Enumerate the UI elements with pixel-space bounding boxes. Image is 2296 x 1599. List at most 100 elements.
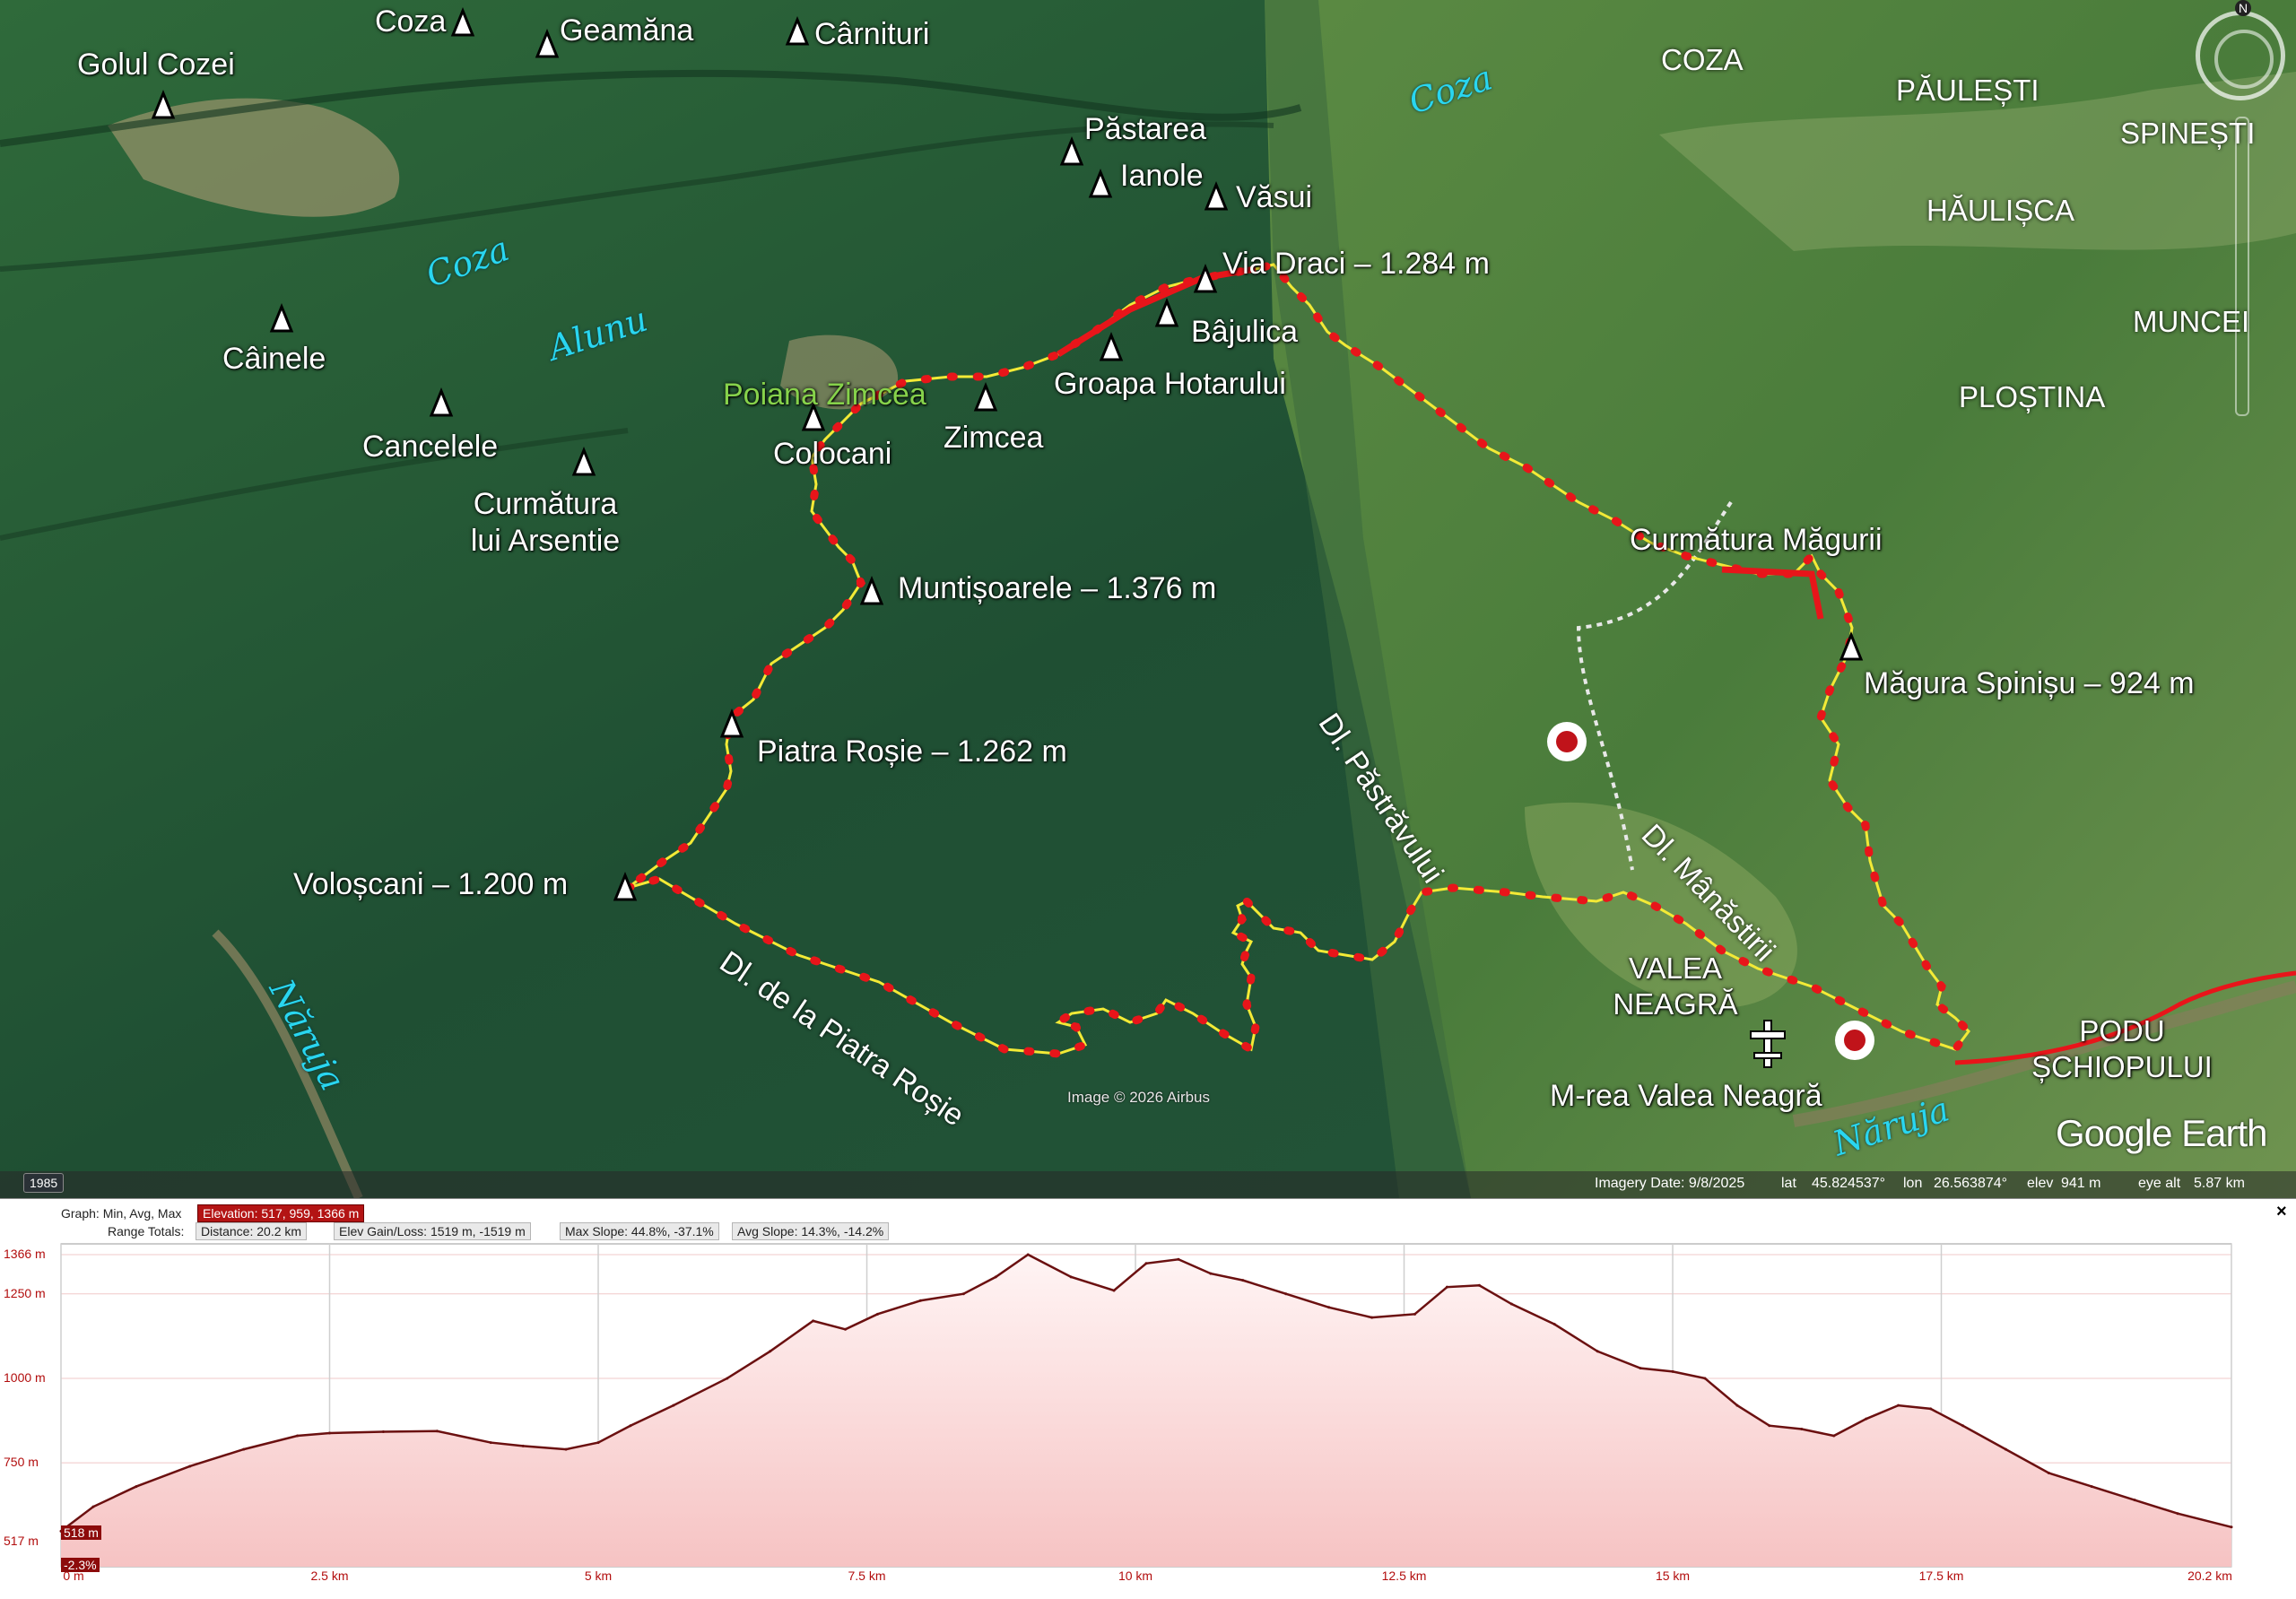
elevation-point: [1477, 1283, 1481, 1287]
place-label-valea-neagra: VALEA NEAGRĂ: [1613, 952, 1738, 1021]
status-bar: Imagery Date: 9/8/2025 lat 45.824537° lo…: [0, 1171, 2296, 1198]
peak-triangle-icon[interactable]: [613, 872, 638, 901]
elevation-point: [489, 1441, 492, 1445]
elevation-point: [1596, 1350, 1599, 1353]
elevation-point: [994, 1275, 997, 1279]
place-label-podu-schiopului: PODU ȘCHIOPULUI: [2031, 1014, 2213, 1083]
peak-label-curmatura-lui-arsentie: Curmătura lui Arsentie: [470, 487, 621, 558]
historical-year-badge[interactable]: 1985: [23, 1173, 65, 1193]
peak-triangle-icon[interactable]: [859, 576, 884, 605]
elevation-point: [1897, 1403, 1900, 1407]
elevation-point: [1639, 1367, 1642, 1370]
elevation-point: [381, 1430, 385, 1434]
elevation-point: [629, 1424, 632, 1428]
peak-triangle-icon[interactable]: [450, 7, 475, 37]
elevation-point: [1961, 1424, 1964, 1428]
village-label: COZA: [1661, 43, 1744, 76]
start-slope-tag: -2.3%: [61, 1558, 100, 1572]
peak-label-voloscani: Voloșcani – 1.200 m: [293, 867, 569, 901]
eye-alt-value: 5.87 km: [2194, 1176, 2245, 1191]
y-tick-label: 750 m: [4, 1455, 39, 1470]
elevation-point: [918, 1299, 922, 1302]
village-label: PLOȘTINA: [1959, 380, 2106, 413]
peak-label-bajulica: Bâjulica: [1191, 315, 1299, 349]
elevation-point: [242, 1447, 246, 1451]
x-tick-label: 10 km: [1118, 1569, 1153, 1583]
peak-triangle-icon[interactable]: [1059, 136, 1084, 166]
peak-triangle-icon[interactable]: [1839, 631, 1864, 661]
peak-label-magura-spinisu: Măgura Spinișu – 924 m: [1864, 666, 2195, 700]
elevation-point: [1284, 1292, 1288, 1296]
eye-alt-label: eye alt: [2138, 1176, 2181, 1191]
peak-triangle-icon[interactable]: [1088, 169, 1113, 198]
peak-triangle-icon[interactable]: [1193, 264, 1218, 293]
elevation-profile-chart[interactable]: [0, 1199, 2296, 1599]
elevation-point: [135, 1485, 138, 1489]
north-indicator-icon: N: [2235, 0, 2251, 16]
lat-label: lat: [1781, 1176, 1796, 1191]
peak-triangle-icon[interactable]: [151, 90, 176, 119]
elev-value: 941 m: [2061, 1176, 2101, 1191]
place-label-manastire: M-rea Valea Neagră: [1550, 1079, 1822, 1113]
x-tick-label: 7.5 km: [848, 1569, 886, 1583]
peak-triangle-icon[interactable]: [1099, 332, 1124, 361]
elevation-point: [1370, 1316, 1374, 1319]
elevation-point: [2004, 1447, 2007, 1451]
elevation-point: [812, 1319, 815, 1323]
lon-value: 26.563874°: [1934, 1176, 2008, 1191]
elevation-point: [1865, 1417, 1868, 1421]
x-tick-label: 12.5 km: [1381, 1569, 1427, 1583]
elevation-point: [188, 1464, 192, 1468]
peak-label-golul-cozei: Golul Cozei: [77, 48, 235, 82]
peak-triangle-icon[interactable]: [535, 29, 560, 58]
elevation-point: [2047, 1471, 2050, 1474]
peak-triangle-icon[interactable]: [1204, 181, 1229, 211]
x-tick-label: 15 km: [1655, 1569, 1691, 1583]
peak-triangle-icon[interactable]: [1154, 298, 1179, 327]
elevation-point: [1327, 1306, 1331, 1309]
elevation-point: [844, 1327, 848, 1331]
elevation-point: [435, 1430, 439, 1433]
peak-triangle-icon[interactable]: [571, 447, 596, 476]
elevation-point: [91, 1505, 95, 1508]
village-label: HĂULIȘCA: [1926, 194, 2075, 227]
y-tick-label: 517 m: [4, 1534, 39, 1548]
peak-label-zimcea: Zimcea: [944, 421, 1044, 455]
x-tick-label: 5 km: [584, 1569, 613, 1583]
peak-label-cancelele: Cancelele: [362, 430, 499, 464]
elevation-point: [2133, 1499, 2136, 1502]
elevation-point: [1026, 1253, 1030, 1256]
peak-triangle-icon[interactable]: [785, 16, 810, 46]
elevation-point: [961, 1292, 965, 1296]
peak-label-groapa-hotarului: Groapa Hotarului: [1054, 367, 1286, 401]
x-tick-label: 17.5 km: [1918, 1569, 1964, 1583]
x-tick-label: 20.2 km: [2187, 1569, 2232, 1583]
elevation-point: [1929, 1407, 1933, 1411]
zoom-slider[interactable]: [2235, 117, 2249, 416]
elevation-point: [726, 1377, 729, 1380]
imagery-date: Imagery Date: 9/8/2025: [1595, 1176, 1745, 1191]
elevation-point: [2176, 1512, 2179, 1516]
peak-triangle-icon[interactable]: [973, 382, 998, 412]
elevation-point: [1144, 1262, 1148, 1265]
peak-label-geamana: Geamăna: [560, 13, 694, 48]
peak-label-vasui: Văsui: [1236, 180, 1313, 214]
village-label: MUNCEI: [2133, 305, 2250, 338]
peak-triangle-icon[interactable]: [719, 708, 744, 738]
start-elevation-tag: 518 m: [61, 1525, 101, 1540]
elevation-point: [1209, 1272, 1213, 1275]
compass-ring-icon[interactable]: [2196, 11, 2285, 100]
peak-triangle-icon[interactable]: [269, 303, 294, 333]
lat-value: 45.824537°: [1812, 1176, 1886, 1191]
elevation-point: [769, 1350, 772, 1353]
peak-triangle-icon[interactable]: [429, 387, 454, 417]
close-profile-button[interactable]: ×: [2276, 1202, 2287, 1222]
elevation-point: [2230, 1525, 2233, 1529]
y-tick-label: 1366 m: [4, 1247, 46, 1261]
elevation-point: [1735, 1403, 1739, 1407]
peak-label-carnituri: Cârnituri: [814, 17, 930, 51]
satellite-map-view[interactable]: Coza Geamăna Cârnituri Golul Cozei Păsta…: [0, 0, 2296, 1198]
google-earth-logo: Google Earth: [2056, 1112, 2267, 1154]
y-tick-label: 1000 m: [4, 1369, 46, 1385]
peak-label-ianole: Ianole: [1120, 159, 1204, 193]
